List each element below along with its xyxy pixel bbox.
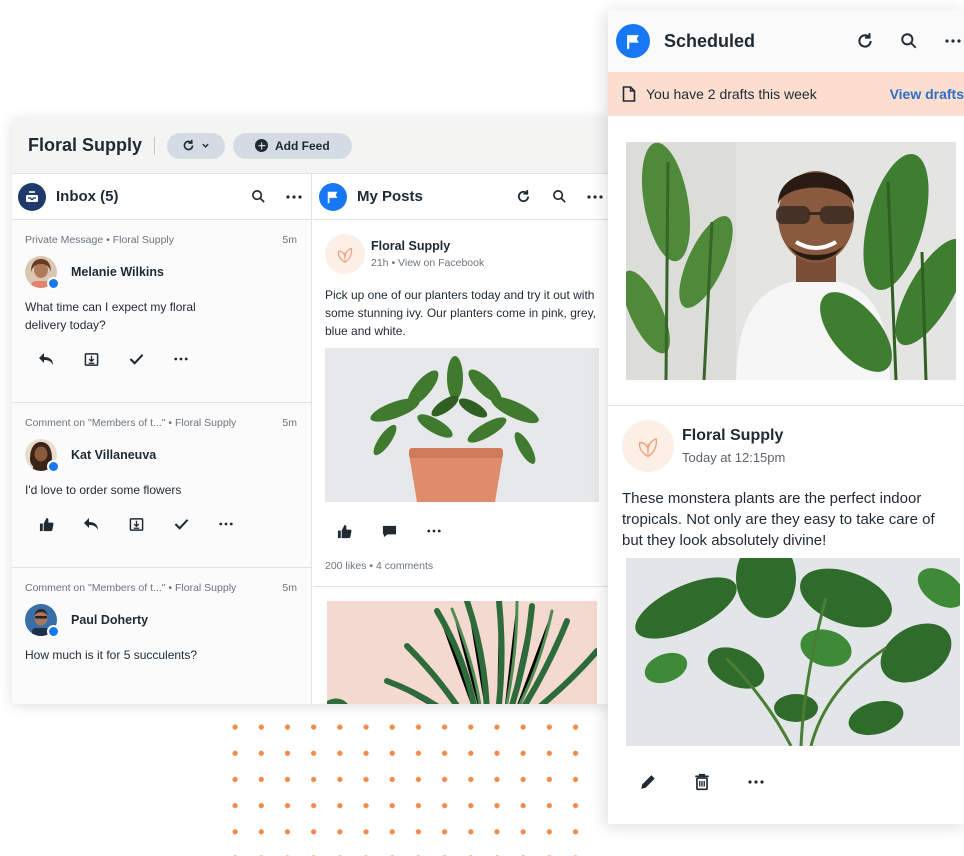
refresh-dropdown-button[interactable] — [167, 132, 226, 159]
post-text: These monstera plants are the perfect in… — [622, 490, 935, 549]
message-meta: Comment on "Members of t..." • Floral Su… — [25, 582, 237, 594]
sender-name: Kat Villaneuva — [71, 448, 157, 462]
view-drafts-link[interactable]: View drafts — [890, 86, 964, 102]
refresh-icon[interactable] — [512, 186, 534, 208]
reply-icon[interactable] — [80, 513, 102, 535]
message-time: 5m — [282, 234, 297, 246]
inbox-message-item[interactable]: Private Message • Floral Supply 5m Melan… — [12, 220, 311, 403]
assign-icon[interactable] — [125, 513, 147, 535]
drafts-message: You have 2 drafts this week — [646, 86, 817, 102]
message-time: 5m — [282, 582, 297, 594]
message-meta: Comment on "Members of t..." • Floral Su… — [25, 417, 237, 429]
post-card[interactable]: Floral Supply 21h • View on Facebook Pic… — [313, 220, 612, 587]
avatar — [25, 439, 60, 473]
message-actions — [25, 503, 297, 545]
more-options-icon[interactable] — [170, 348, 192, 370]
inbox-header: Inbox (5) — [12, 174, 311, 220]
scheduled-title: Scheduled — [664, 30, 756, 51]
scheduled-panel: Scheduled You have 2 drafts this week Vi… — [608, 10, 964, 824]
more-options-icon[interactable] — [283, 186, 305, 208]
post-author: Floral Supply — [682, 427, 784, 444]
post-text: Pick up one of our planters today and tr… — [325, 288, 597, 338]
section-divider — [608, 405, 964, 406]
post-card[interactable] — [313, 587, 612, 704]
flag-icon — [616, 24, 650, 58]
comments-count: 4 comments — [375, 560, 434, 572]
scheduled-header: Scheduled — [608, 10, 964, 72]
facebook-messenger-icon — [47, 625, 60, 638]
my-posts-header: My Posts — [313, 174, 612, 220]
message-text: I'd love to order some flowers — [25, 483, 182, 497]
floral-logo-icon — [325, 234, 365, 274]
post-image-man-with-plants — [626, 142, 956, 380]
post-subline: 21h • View on Facebook — [371, 257, 484, 269]
brand-name: Floral Supply — [28, 135, 143, 155]
post-time: 21h — [371, 257, 389, 269]
assign-icon[interactable] — [80, 348, 102, 370]
edit-pencil-icon[interactable] — [636, 770, 660, 794]
scheduled-post[interactable]: Floral Supply Today at 12:15pm These mon… — [622, 420, 958, 551]
message-actions — [25, 338, 297, 380]
refresh-icon — [183, 139, 194, 151]
floral-logo-icon — [622, 420, 674, 472]
reply-icon[interactable] — [35, 348, 57, 370]
inbox-comment-item[interactable]: Comment on "Members of t..." • Floral Su… — [12, 403, 311, 568]
avatar — [25, 604, 60, 638]
inbox-comment-item[interactable]: Comment on "Members of t..." • Floral Su… — [12, 568, 311, 704]
view-on-facebook-link[interactable]: View on Facebook — [398, 257, 484, 269]
thumbs-up-icon[interactable] — [35, 513, 57, 535]
post-image-monstera — [626, 558, 960, 746]
inbox-title: Inbox (5) — [56, 188, 119, 205]
search-icon[interactable] — [247, 186, 269, 208]
dashboard-toolbar: Floral Supply Add Feed — [12, 118, 612, 174]
checkmark-icon[interactable] — [170, 513, 192, 535]
more-options-icon[interactable] — [423, 520, 445, 542]
toolbar-divider — [154, 136, 156, 155]
more-options-icon[interactable] — [215, 513, 237, 535]
more-options-icon[interactable] — [584, 186, 606, 208]
likes-count: 200 likes — [325, 560, 367, 572]
my-posts-title: My Posts — [357, 188, 423, 205]
sender-name: Melanie Wilkins — [71, 265, 164, 279]
add-feed-button[interactable]: Add Feed — [233, 132, 352, 159]
refresh-icon[interactable] — [854, 30, 876, 52]
message-text: How much is it for 5 succulents? — [25, 648, 198, 662]
search-icon[interactable] — [548, 186, 570, 208]
post-image-planter — [325, 348, 599, 502]
meta-separator: • — [369, 560, 376, 572]
chevron-down-icon — [202, 143, 209, 148]
facebook-messenger-icon — [47, 460, 60, 473]
thumbs-up-icon[interactable] — [333, 520, 355, 542]
add-feed-label: Add Feed — [275, 138, 330, 153]
avatar — [25, 256, 60, 290]
post-actions — [325, 502, 602, 560]
flag-icon — [319, 182, 347, 211]
post-scheduled-time: Today at 12:15pm — [682, 450, 786, 465]
drafts-banner: You have 2 drafts this week View drafts — [608, 72, 964, 116]
comment-icon[interactable] — [378, 520, 400, 542]
plus-circle-icon — [255, 139, 269, 152]
dot-pattern-decoration — [222, 714, 588, 856]
inbox-column: Inbox (5) Private Message • Floral Suppl… — [12, 174, 312, 704]
search-icon[interactable] — [898, 30, 920, 52]
more-options-icon[interactable] — [942, 30, 964, 52]
more-options-icon[interactable] — [744, 770, 768, 794]
checkmark-icon[interactable] — [125, 348, 147, 370]
dashboard-window: Floral Supply Add Feed Inbox (5) Private… — [12, 118, 612, 704]
message-text: What time can I expect my floral deliver… — [25, 300, 196, 332]
document-icon — [622, 86, 636, 102]
post-stats: 200 likes • 4 comments — [325, 560, 602, 586]
post-author: Floral Supply — [371, 239, 451, 253]
message-time: 5m — [282, 417, 297, 429]
sender-name: Paul Doherty — [71, 613, 149, 627]
message-meta: Private Message • Floral Supply — [25, 234, 174, 246]
scheduled-post-actions — [636, 770, 798, 794]
facebook-messenger-icon — [47, 277, 60, 290]
inbox-icon — [18, 182, 46, 211]
trash-icon[interactable] — [690, 770, 714, 794]
my-posts-column: My Posts Floral Supply 21h • View on Fac… — [313, 174, 612, 704]
post-image-palm — [327, 601, 597, 704]
